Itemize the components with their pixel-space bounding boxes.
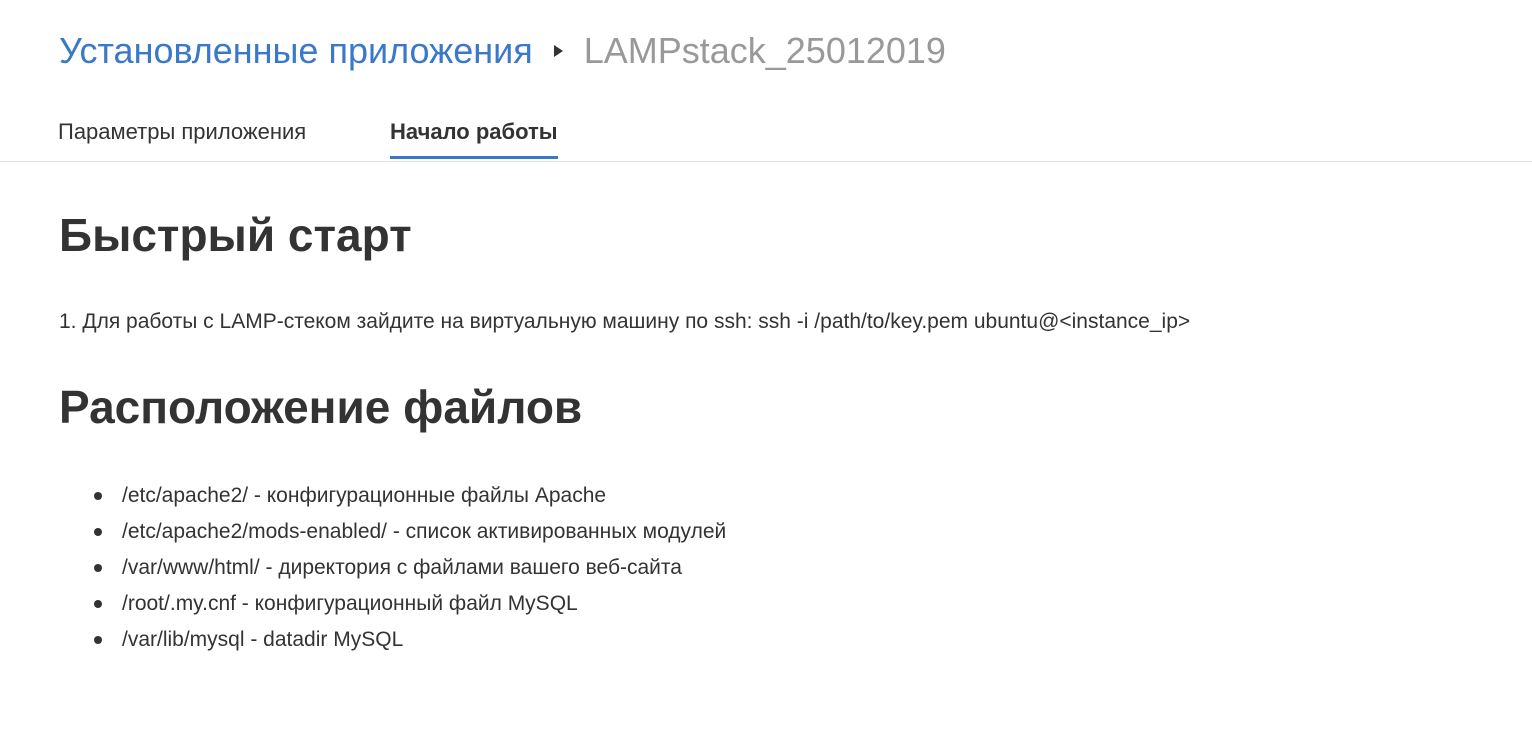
file-locations-list: /etc/apache2/ - конфигурационные файлы A…	[59, 478, 726, 658]
breadcrumb-current-app: LAMPstack_25012019	[583, 30, 946, 71]
breadcrumb: Установленные приложения LAMPstack_25012…	[59, 28, 946, 74]
quick-start-step-1: 1. Для работы с LAMP-стеком зайдите на в…	[59, 310, 1191, 333]
breadcrumb-installed-apps-link[interactable]: Установленные приложения	[59, 30, 533, 72]
list-item-text: /root/.my.cnf - конфигурационный файл My…	[122, 592, 578, 615]
list-item: /etc/apache2/ - конфигурационные файлы A…	[94, 478, 726, 514]
tab-app-parameters[interactable]: Параметры приложения	[58, 108, 306, 159]
list-item-text: /etc/apache2/mods-enabled/ - список акти…	[122, 520, 727, 543]
triangle-right-icon	[553, 45, 563, 57]
list-item-text: /var/www/html/ - директория с файлами ва…	[122, 556, 682, 579]
list-item: /etc/apache2/mods-enabled/ - список акти…	[94, 514, 727, 550]
tab-getting-started[interactable]: Начало работы	[390, 108, 558, 159]
bullet-icon	[94, 528, 102, 536]
bullet-icon	[94, 564, 102, 572]
file-locations-heading: Расположение файлов	[59, 381, 583, 433]
bullet-icon	[94, 636, 102, 644]
list-item: /var/lib/mysql - datadir MySQL	[94, 622, 726, 658]
list-item: /root/.my.cnf - конфигурационный файл My…	[94, 586, 726, 622]
list-item-text: /etc/apache2/ - конфигурационные файлы A…	[122, 484, 607, 507]
tab-bar: Параметры приложения Начало работы	[0, 108, 1532, 162]
list-item-text: /var/lib/mysql - datadir MySQL	[122, 628, 404, 651]
bullet-icon	[94, 600, 102, 608]
quick-start-heading: Быстрый старт	[59, 209, 412, 261]
list-item: /var/www/html/ - директория с файлами ва…	[94, 550, 726, 586]
bullet-icon	[94, 492, 102, 500]
